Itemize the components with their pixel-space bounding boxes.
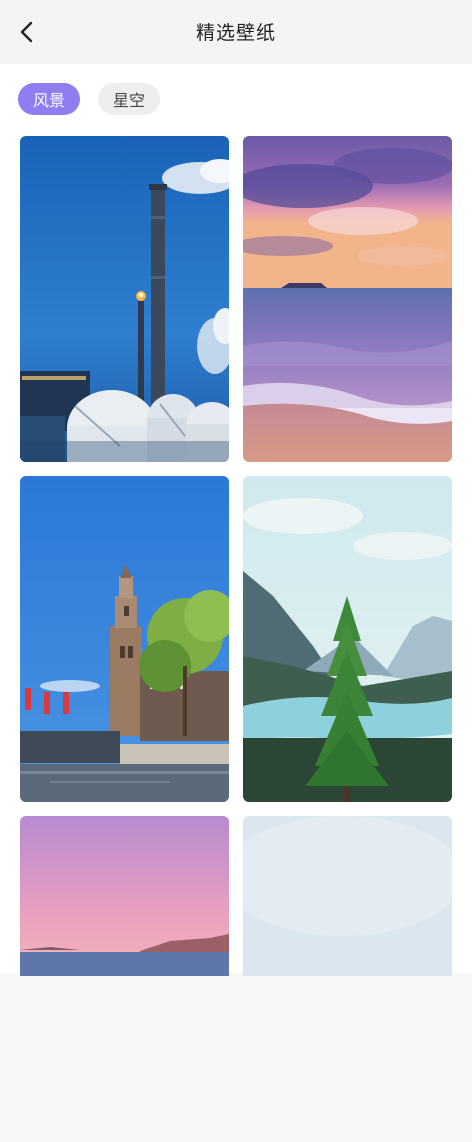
page-title: 精选壁纸	[195, 22, 276, 44]
wallpaper-card-pine-lake[interactable]	[243, 476, 452, 802]
wallpaper-image	[20, 136, 229, 462]
wallpaper-image	[243, 816, 452, 976]
wallpaper-image	[243, 136, 452, 462]
wallpaper-card-pale-sky[interactable]	[243, 816, 452, 1142]
top-bar: 精选壁纸	[0, 0, 472, 64]
wallpaper-image	[20, 816, 229, 976]
wallpaper-image	[20, 476, 229, 802]
tab-landscape[interactable]: 风景	[18, 83, 81, 115]
wallpaper-card-pink-sky[interactable]	[20, 816, 229, 1142]
content-area: 风景 星空	[0, 64, 472, 976]
tab-starry-sky[interactable]: 星空	[98, 83, 161, 115]
wallpaper-image	[243, 476, 452, 802]
category-tabs: 风景 星空	[18, 83, 161, 115]
wallpaper-card-industrial[interactable]	[20, 136, 229, 462]
wallpaper-card-church-tower[interactable]	[20, 476, 229, 802]
wallpaper-card-sunset-beach[interactable]	[243, 136, 452, 462]
